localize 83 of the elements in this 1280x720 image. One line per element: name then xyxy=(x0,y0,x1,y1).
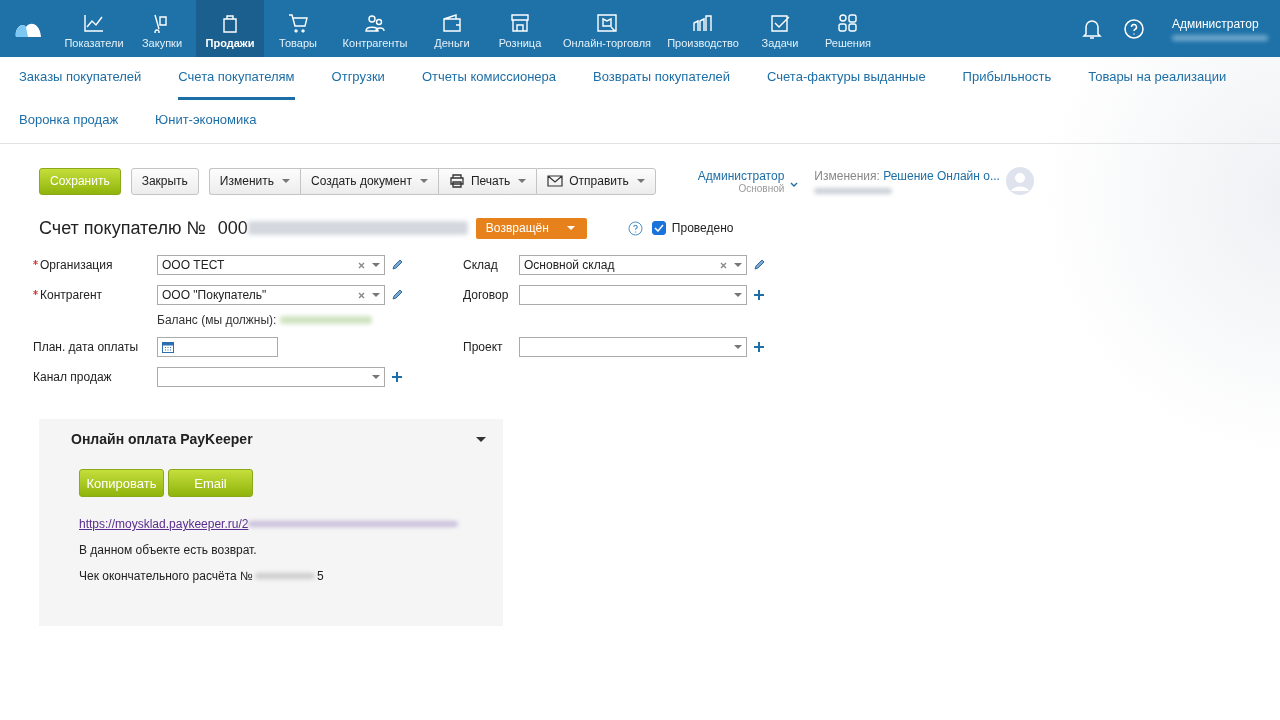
calendar-icon[interactable] xyxy=(162,341,174,353)
field-label: Проект xyxy=(463,339,504,354)
nav-tab[interactable]: Задачи xyxy=(746,0,814,57)
add-icon[interactable] xyxy=(753,341,765,353)
field-label: Организация xyxy=(40,258,113,272)
nav-tab[interactable]: Производство xyxy=(660,0,746,57)
nav-tab[interactable]: Показатели xyxy=(60,0,128,57)
section-tab[interactable]: Отгрузки xyxy=(331,57,385,100)
avatar-icon xyxy=(1005,167,1034,195)
panel-title: Онлайн оплата PayKeeper xyxy=(71,431,253,447)
receipt-tail: 5 xyxy=(317,569,324,583)
clear-icon[interactable] xyxy=(358,261,365,269)
select-field[interactable] xyxy=(157,367,385,387)
field-label: Склад xyxy=(463,257,499,272)
owner-group: Основной xyxy=(738,182,785,194)
section-tab[interactable]: Товары на реализации xyxy=(1088,57,1227,100)
section-tab[interactable]: Счета покупателям xyxy=(178,57,295,100)
date-field[interactable] xyxy=(157,337,278,357)
section-tab[interactable]: Юнит-экономика xyxy=(155,100,257,143)
clear-icon[interactable] xyxy=(358,291,365,299)
edit-pencil-icon[interactable] xyxy=(753,259,765,271)
section-tab[interactable]: Счета-фактуры выданные xyxy=(767,57,926,100)
menu-button[interactable]: Печать xyxy=(437,167,537,195)
field-label: Договор xyxy=(463,287,510,302)
return-notice: В данном объекте есть возврат. xyxy=(79,543,257,557)
nav-icon xyxy=(287,12,309,33)
select-field[interactable]: Основной склад xyxy=(519,255,747,275)
posted-checkbox[interactable] xyxy=(651,221,666,235)
nav-tab[interactable]: Товары xyxy=(264,0,332,57)
nav-icon xyxy=(441,12,463,33)
field-label: План. дата оплаты xyxy=(33,340,139,354)
blurred-receipt xyxy=(255,573,315,579)
clear-icon[interactable] xyxy=(720,261,727,269)
nav-icon xyxy=(596,12,618,33)
menu-button[interactable]: Создать документ xyxy=(300,167,438,195)
nav-tab[interactable]: Продажи xyxy=(196,0,264,57)
help-icon[interactable] xyxy=(627,220,643,236)
edit-pencil-icon[interactable] xyxy=(391,259,403,271)
nav-tab[interactable]: Деньги xyxy=(418,0,486,57)
nav-tab[interactable]: Контрагенты xyxy=(332,0,418,57)
owner-link[interactable]: Администратор xyxy=(697,168,785,183)
document-title: Счет покупателю № xyxy=(39,217,206,239)
select-field[interactable] xyxy=(519,337,747,357)
posted-label: Проведено xyxy=(671,221,734,235)
field-label: Канал продаж xyxy=(33,370,112,384)
changes-text: Изменения: Решение Онлайн о... xyxy=(814,168,1000,183)
select-field[interactable]: ООО ТЕСТ xyxy=(157,255,385,275)
add-icon[interactable] xyxy=(391,371,403,383)
nav-icon xyxy=(769,12,791,33)
user-name[interactable]: Администратор xyxy=(1172,16,1268,31)
close-button[interactable]: Закрыть xyxy=(130,167,199,195)
nav-tab[interactable]: Закупки xyxy=(128,0,196,57)
nav-tab[interactable]: Решения xyxy=(814,0,882,57)
section-tab[interactable]: Заказы покупателей xyxy=(19,57,142,100)
envelope-icon xyxy=(547,175,564,187)
nav-icon xyxy=(837,12,859,33)
menu-button[interactable]: Изменить xyxy=(208,167,300,195)
payment-link[interactable]: https://moysklad.paykeeper.ru/2 xyxy=(79,517,249,531)
section-tab[interactable]: Воронка продаж xyxy=(19,100,119,143)
nav-icon xyxy=(83,12,105,33)
chevron-icon[interactable] xyxy=(790,181,799,187)
section-tab[interactable]: Возвраты покупателей xyxy=(593,57,731,100)
required-asterisk-icon xyxy=(33,290,38,295)
select-field[interactable] xyxy=(519,285,747,305)
field-label: Контрагент xyxy=(40,288,103,302)
document-number: 000 xyxy=(217,217,248,239)
required-asterisk-icon xyxy=(33,260,38,265)
nav-tab[interactable]: Розница xyxy=(486,0,554,57)
menu-button[interactable]: Отправить xyxy=(536,167,656,195)
select-field[interactable]: ООО "Покупатель" xyxy=(157,285,385,305)
nav-tab[interactable]: Онлайн-торговля xyxy=(554,0,660,57)
nav-icon xyxy=(509,12,531,33)
collapse-caret-icon[interactable] xyxy=(476,436,486,442)
add-icon[interactable] xyxy=(753,289,765,301)
edit-pencil-icon[interactable] xyxy=(391,289,403,301)
balance-label: Баланс (мы должны): xyxy=(157,313,277,327)
section-tab[interactable]: Прибыльность xyxy=(962,57,1052,100)
nav-icon xyxy=(692,12,714,33)
receipt-label: Чек окончательного расчёта № xyxy=(79,569,253,583)
notification-bell-icon[interactable] xyxy=(1082,17,1102,40)
section-tab[interactable]: Отчеты комиссионера xyxy=(421,57,557,100)
printer-icon xyxy=(448,174,465,188)
nav-icon xyxy=(364,12,386,33)
